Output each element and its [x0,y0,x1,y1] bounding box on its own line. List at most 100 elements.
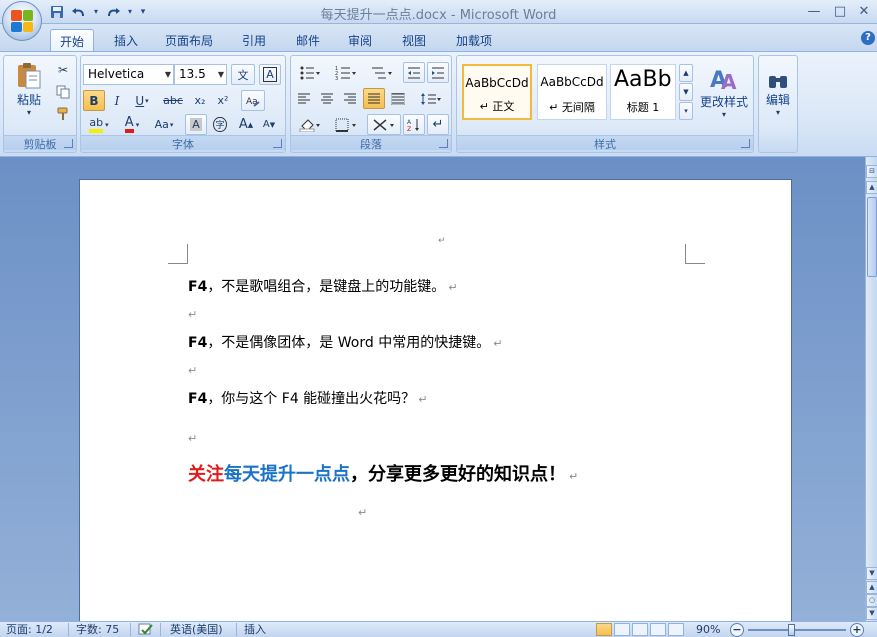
proofing-icon[interactable] [138,623,154,637]
superscript-button[interactable]: x² [212,90,234,111]
font-launcher-icon[interactable] [273,139,282,148]
empty-paragraph[interactable]: ↵ [188,362,197,378]
decrease-indent-button[interactable] [403,62,425,83]
grow-font-button[interactable]: A ▲ [235,114,257,135]
maximize-button[interactable]: □ [829,2,851,20]
zoom-slider-thumb[interactable] [787,624,795,636]
numbering-button[interactable]: 123 [329,62,363,83]
promo-line[interactable]: 关注每天提升一点点，分享更多更好的知识点！ ↵ [188,460,578,486]
distributed-button[interactable] [387,88,409,109]
outline-view-icon[interactable] [650,623,666,636]
underline-button[interactable]: U ▾ [129,90,155,111]
subscript-button[interactable]: x₂ [189,90,211,111]
decrease-indent-icon [408,67,420,78]
font-size-combo[interactable]: 13.5 ▼ [174,64,227,85]
empty-paragraph[interactable]: ↵ [188,430,197,446]
styles-scroll-down-icon[interactable]: ▼ [679,83,693,101]
bold-button[interactable]: B [83,90,105,111]
borders-button[interactable] [329,114,363,135]
styles-more-icon[interactable]: ▾ [679,102,693,120]
font-color-button[interactable]: A ▾ [117,114,147,135]
shrink-font-button[interactable]: A ▼ [258,114,280,135]
tab-home[interactable]: 开始 [50,29,94,51]
office-button[interactable] [2,1,42,41]
f4-key-text: F4 [188,391,208,407]
phonetic-guide-button[interactable]: 文 [231,64,255,85]
editing-button[interactable]: 编辑 ▾ [761,60,795,130]
line-spacing-button[interactable] [415,88,447,109]
scroll-thumb[interactable] [867,197,877,277]
scroll-up-icon[interactable]: ▲ [866,181,877,194]
clear-formatting-button[interactable]: A [259,64,281,85]
empty-paragraph[interactable]: ↵ [188,306,197,322]
enclose-characters-button[interactable]: 字 [209,114,231,135]
page-count[interactable]: 页面: 1/2 [6,623,53,637]
tab-review[interactable]: 审阅 [338,29,382,51]
tab-insert[interactable]: 插入 [104,29,148,51]
next-page-icon[interactable]: ▼ [866,607,877,620]
change-styles-button[interactable]: AA 更改样式 ▾ [697,60,751,124]
align-left-button[interactable] [293,88,315,109]
paragraph-launcher-icon[interactable] [439,139,448,148]
full-screen-reading-icon[interactable] [614,623,630,636]
align-center-button[interactable] [316,88,338,109]
zoom-in-icon[interactable]: + [850,623,864,637]
draft-view-icon[interactable] [668,623,684,636]
doc-line-2[interactable]: F4，不是偶像团体，是 Word 中常用的快捷键。 ↵ [188,332,502,352]
tab-mailings[interactable]: 邮件 [286,29,330,51]
tab-page-layout[interactable]: 页面布局 [158,29,220,51]
style-normal[interactable]: AaBbCcDd ↵ 正文 [462,64,532,120]
show-marks-button[interactable]: ↵ [427,114,449,135]
subscript-icon: x₂ [194,94,206,107]
shading-button[interactable] [293,114,327,135]
highlight-button[interactable]: ab ▾ [83,114,115,135]
strikethrough-button[interactable]: abc [159,90,187,111]
tab-view[interactable]: 视图 [392,29,436,51]
tab-references[interactable]: 引用 [232,29,276,51]
font-name-combo[interactable]: Helvetica ▼ [83,64,174,85]
web-layout-icon[interactable] [632,623,648,636]
paste-button[interactable]: 粘贴 ▾ [7,60,51,118]
doc-line-3[interactable]: F4，你与这个 F4 能碰撞出火花吗？ ↵ [188,388,427,408]
status-divider [130,623,131,636]
scroll-down-icon[interactable]: ▼ [866,567,877,580]
document-page[interactable]: ↵ F4，不是歌唱组合，是键盘上的功能键。 ↵ ↵ F4，不是偶像团体，是 Wor… [79,179,792,629]
multilevel-list-button[interactable] [365,62,399,83]
clipboard-launcher-icon[interactable] [64,139,73,148]
vertical-scrollbar[interactable]: ⊟ ▲ ▼ ▲ ○ ▼ [865,157,877,621]
style-heading-1[interactable]: AaBb 标题 1 [610,64,676,120]
minimize-button[interactable]: — [803,2,825,20]
styles-scroll-up-icon[interactable]: ▲ [679,64,693,82]
zoom-out-icon[interactable]: − [730,623,744,637]
zoom-slider[interactable] [748,629,846,631]
style-no-spacing[interactable]: AaBbCcDd ↵ 无间隔 [537,64,607,120]
zoom-level[interactable]: 90% [696,623,720,637]
word-count[interactable]: 字数: 75 [76,623,119,637]
format-painter-icon[interactable] [52,104,74,124]
cut-icon[interactable]: ✂ [52,60,74,80]
help-icon[interactable]: ? [861,31,875,45]
character-shading-button[interactable]: A [185,114,207,135]
doc-line-1[interactable]: F4，不是歌唱组合，是键盘上的功能键。 ↵ [188,276,458,296]
sort-button[interactable]: AZ [403,114,425,135]
browse-object-icon[interactable]: ○ [866,594,877,607]
italic-button[interactable]: I [106,90,128,111]
tab-addins[interactable]: 加载项 [446,29,502,51]
justify-button[interactable] [363,88,385,109]
insert-mode-indicator[interactable]: 插入 [244,623,266,637]
ruler-toggle-icon[interactable]: ⊟ [866,165,877,178]
para-mark: ↵ [358,506,368,519]
increase-indent-button[interactable] [427,62,449,83]
align-right-button[interactable] [339,88,361,109]
text-effects-button[interactable]: Aa [241,90,265,111]
previous-page-icon[interactable]: ▲ [866,581,877,594]
copy-icon[interactable] [52,82,74,102]
styles-launcher-icon[interactable] [741,139,750,148]
language-indicator[interactable]: 英语(美国) [170,623,223,637]
empty-paragraph[interactable]: ↵ [358,504,367,520]
close-button[interactable]: ✕ [853,2,875,20]
bullets-button[interactable] [293,62,327,83]
change-case-button[interactable]: Aa ▾ [149,114,179,135]
chinese-layout-button[interactable] [367,114,401,135]
print-layout-icon[interactable] [596,623,612,636]
